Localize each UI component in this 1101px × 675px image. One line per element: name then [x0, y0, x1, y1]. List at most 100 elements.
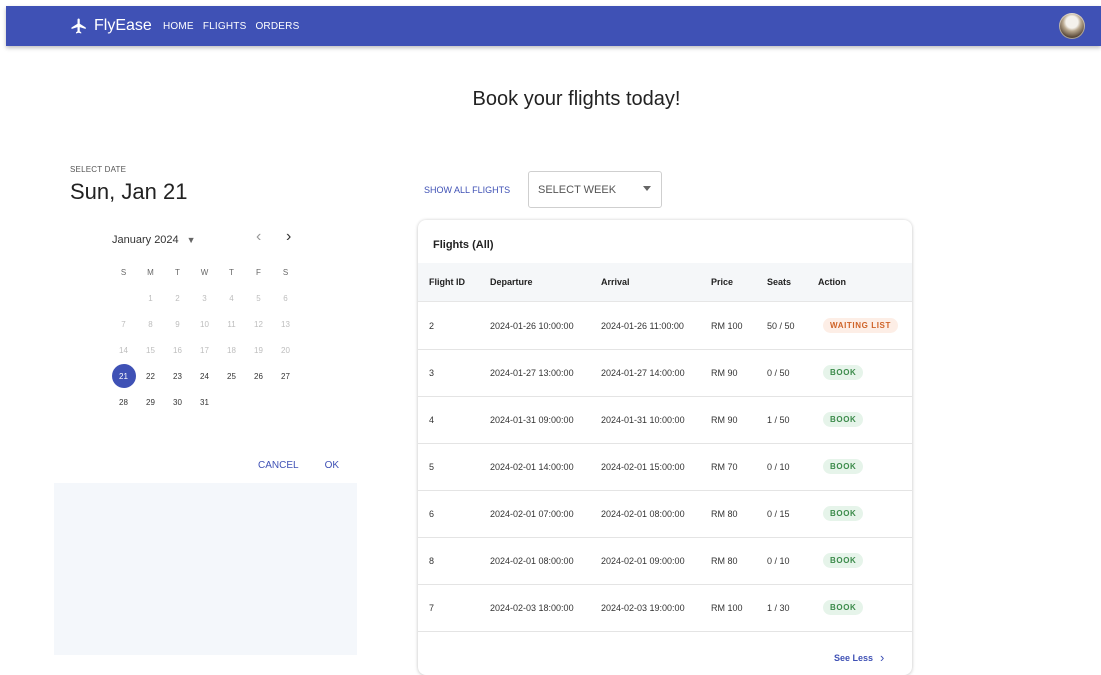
- chevron-left-icon[interactable]: ‹: [256, 228, 261, 246]
- cell-price: RM 80: [711, 556, 738, 566]
- nav-flights[interactable]: FLIGHTS: [203, 21, 247, 32]
- cell-arrival: 2024-01-27 14:00:00: [601, 368, 685, 378]
- calendar-day: 6: [272, 285, 299, 311]
- calendar-day[interactable]: 24: [191, 363, 218, 389]
- calendar-day[interactable]: 23: [164, 363, 191, 389]
- calendar-actions: CANCEL OK: [258, 460, 339, 471]
- calendar-day-number: 29: [146, 397, 155, 407]
- table-row: 3 2024-01-27 13:00:00 2024-01-27 14:00:00 R…: [418, 349, 912, 397]
- calendar-day: 8: [137, 311, 164, 337]
- cell-price: RM 80: [711, 509, 738, 519]
- calendar-day: 4: [218, 285, 245, 311]
- cell-flight-id: 8: [429, 556, 435, 566]
- airplane-icon: [70, 17, 88, 35]
- col-action: Action: [818, 277, 846, 287]
- nav-orders[interactable]: ORDERS: [255, 21, 299, 32]
- brand[interactable]: FlyEase: [70, 6, 152, 46]
- cell-departure: 2024-02-01 14:00:00: [490, 462, 574, 472]
- calendar-day[interactable]: 28: [110, 389, 137, 415]
- cell-arrival: 2024-01-26 11:00:00: [601, 321, 684, 331]
- cell-flight-id: 3: [429, 368, 435, 378]
- chevron-right-icon: ›: [880, 650, 885, 665]
- cell-flight-id: 7: [429, 603, 435, 613]
- calendar-day-number: 23: [173, 371, 182, 381]
- calendar-day: 5: [245, 285, 272, 311]
- main-nav: HOME FLIGHTS ORDERS: [163, 6, 299, 46]
- weekday-label: T: [229, 267, 234, 277]
- chevron-right-icon[interactable]: ›: [286, 228, 291, 246]
- week-select[interactable]: SELECT WEEK: [528, 171, 662, 208]
- week-select-label: SELECT WEEK: [538, 183, 617, 196]
- book-button[interactable]: BOOK: [823, 459, 864, 474]
- cell-price: RM 90: [711, 368, 738, 378]
- cell-arrival: 2024-02-01 15:00:00: [601, 462, 685, 472]
- col-flight-id: Flight ID: [429, 277, 465, 287]
- calendar-day-number: 31: [200, 397, 209, 407]
- calendar-day: 3: [191, 285, 218, 311]
- calendar-day[interactable]: 22: [137, 363, 164, 389]
- book-button[interactable]: BOOK: [823, 506, 864, 521]
- cell-flight-id: 6: [429, 509, 435, 519]
- nav-home[interactable]: HOME: [163, 21, 194, 32]
- calendar-day-number: 7: [121, 319, 126, 329]
- calendar-day: 16: [164, 337, 191, 363]
- calendar-day-number: 18: [227, 345, 236, 355]
- show-all-flights-button[interactable]: SHOW ALL FLIGHTS: [424, 185, 510, 195]
- calendar-day[interactable]: 29: [137, 389, 164, 415]
- calendar-day[interactable]: 31: [191, 389, 218, 415]
- avatar[interactable]: [1059, 13, 1085, 39]
- calendar-day[interactable]: 25: [218, 363, 245, 389]
- cell-flight-id: 2: [429, 321, 435, 331]
- ok-button[interactable]: OK: [325, 460, 339, 471]
- calendar-blank: [110, 285, 137, 311]
- calendar-day[interactable]: 27: [272, 363, 299, 389]
- book-button[interactable]: BOOK: [823, 412, 864, 427]
- weekday-label: S: [282, 267, 289, 277]
- calendar-day-number: 22: [146, 371, 155, 381]
- see-less-button[interactable]: See Less ›: [834, 650, 884, 665]
- selected-date: Sun, Jan 21: [70, 179, 188, 204]
- cell-departure: 2024-02-03 18:00:00: [490, 603, 574, 613]
- calendar-day-number: 2: [175, 293, 180, 303]
- weekday-label: M: [147, 267, 154, 277]
- col-arrival: Arrival: [601, 277, 630, 287]
- cell-price: RM 70: [711, 462, 738, 472]
- calendar-header: January 2024 ▼ ‹ ›: [112, 228, 302, 250]
- calendar-day-selected[interactable]: 21: [110, 363, 137, 389]
- weekday-label: F: [256, 267, 261, 277]
- content-placeholder: [54, 483, 357, 655]
- calendar-day-number: 11: [227, 319, 236, 329]
- calendar-day: 20: [272, 337, 299, 363]
- book-button[interactable]: BOOK: [823, 600, 864, 615]
- page-title: Book your flights today!: [472, 88, 681, 110]
- cell-departure: 2024-02-01 08:00:00: [490, 556, 574, 566]
- calendar-day-number: 16: [173, 345, 182, 355]
- calendar-grid: S M T W T F S 1 2 3 4 5 6 7 8 9 10 11 12 13 14 15 16 17 18 19 20 21…: [110, 259, 299, 415]
- chevron-down-icon[interactable]: ▼: [187, 235, 196, 245]
- calendar-day-number: 5: [256, 293, 261, 303]
- waiting-list-button[interactable]: WAITING LIST: [823, 318, 898, 333]
- calendar-day: 18: [218, 337, 245, 363]
- book-button[interactable]: BOOK: [823, 553, 864, 568]
- calendar-day[interactable]: 26: [245, 363, 272, 389]
- cell-departure: 2024-01-26 10:00:00: [490, 321, 574, 331]
- table-row: 8 2024-02-01 08:00:00 2024-02-01 09:00:00 R…: [418, 537, 912, 585]
- calendar-day: 19: [245, 337, 272, 363]
- cell-seats: 1 / 50: [767, 415, 790, 425]
- flights-card: Flights (All) Flight ID Departure Arriva…: [418, 220, 912, 675]
- col-seats: Seats: [767, 277, 792, 287]
- calendar-day-number: 28: [119, 397, 128, 407]
- select-date-label: SELECT DATE: [70, 165, 127, 174]
- cell-seats: 0 / 15: [767, 509, 790, 519]
- calendar-day-number: 4: [229, 293, 234, 303]
- book-button[interactable]: BOOK: [823, 365, 864, 380]
- calendar-day: 7: [110, 311, 137, 337]
- cancel-button[interactable]: CANCEL: [258, 460, 299, 471]
- calendar-day-number: 21: [111, 364, 136, 388]
- weekday-label: T: [175, 267, 180, 277]
- calendar-day: 13: [272, 311, 299, 337]
- calendar-day-number: 1: [148, 293, 153, 303]
- calendar-day[interactable]: 30: [164, 389, 191, 415]
- calendar-day-number: 20: [281, 345, 290, 355]
- month-label[interactable]: January 2024: [112, 234, 179, 246]
